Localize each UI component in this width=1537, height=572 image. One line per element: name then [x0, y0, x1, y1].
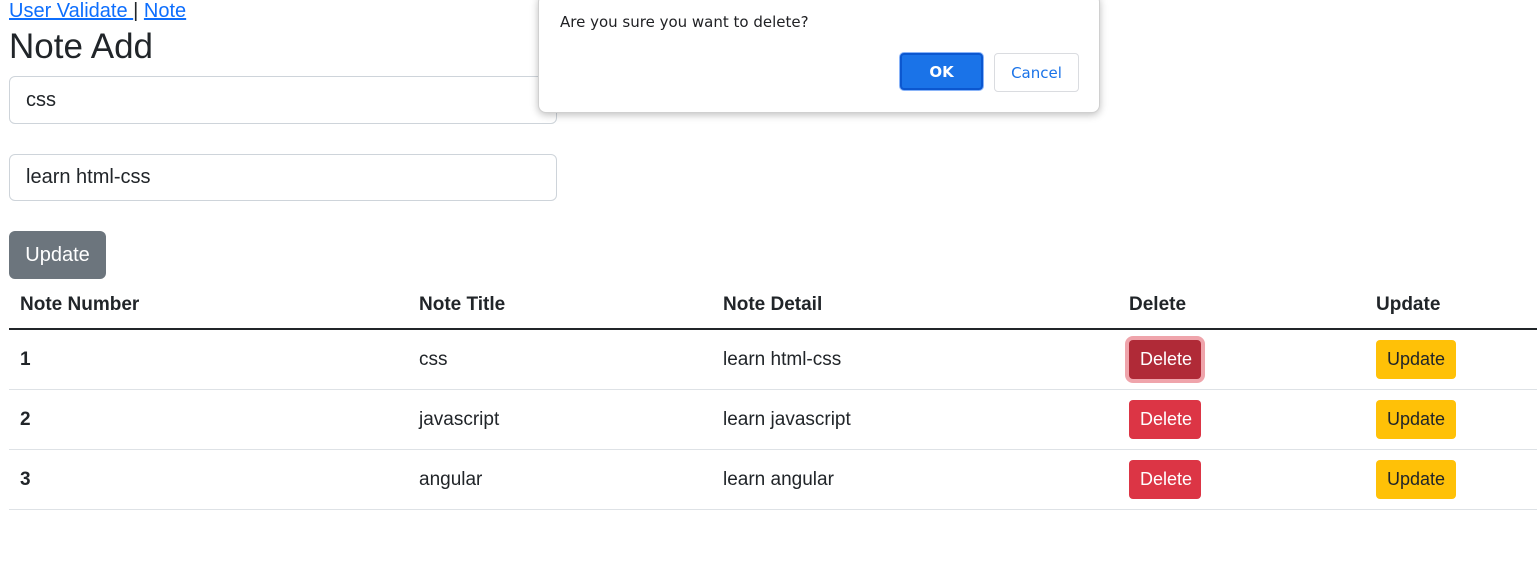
dialog-cancel-button[interactable]: Cancel — [994, 53, 1079, 92]
notes-table: Note Number Note Title Note Detail Delet… — [9, 282, 1537, 510]
note-link[interactable]: Note — [144, 0, 186, 22]
note-number-cell: 1 — [9, 329, 408, 390]
header-note-detail: Note Detail — [712, 282, 1118, 330]
table-row: 2 javascript learn javascript Delete Upd… — [9, 389, 1537, 450]
top-nav: User Validate | Note — [9, 0, 186, 23]
header-note-number: Note Number — [9, 282, 408, 330]
update-row-button[interactable]: Update — [1376, 400, 1456, 439]
table-row: 1 css learn html-css Delete Update — [9, 329, 1537, 390]
page: User Validate | Note Note Add Update Not… — [0, 0, 1537, 572]
note-detail-input[interactable] — [9, 154, 557, 201]
note-title-input[interactable] — [9, 76, 557, 124]
delete-cell: Delete — [1118, 389, 1365, 450]
note-title-cell: css — [408, 329, 712, 390]
page-title: Note Add — [9, 27, 153, 66]
confirm-dialog: Are you sure you want to delete? OK Canc… — [538, 0, 1100, 113]
delete-button[interactable]: Delete — [1129, 400, 1201, 439]
note-detail-cell: learn angular — [712, 449, 1118, 510]
user-validate-link[interactable]: User Validate — [9, 0, 133, 22]
note-title-cell: angular — [408, 449, 712, 510]
update-note-button[interactable]: Update — [9, 231, 106, 279]
update-cell: Update — [1365, 389, 1537, 450]
header-update: Update — [1365, 282, 1537, 330]
nav-separator: | — [133, 0, 139, 22]
table-header-row: Note Number Note Title Note Detail Delet… — [9, 282, 1537, 330]
delete-cell: Delete — [1118, 449, 1365, 510]
update-row-button[interactable]: Update — [1376, 340, 1456, 379]
dialog-ok-button[interactable]: OK — [900, 53, 983, 90]
delete-button[interactable]: Delete — [1129, 340, 1201, 379]
update-cell: Update — [1365, 449, 1537, 510]
note-title-cell: javascript — [408, 389, 712, 450]
delete-cell: Delete — [1118, 329, 1365, 390]
table-row: 3 angular learn angular Delete Update — [9, 449, 1537, 510]
note-detail-cell: learn html-css — [712, 329, 1118, 390]
dialog-message: Are you sure you want to delete? — [560, 13, 809, 31]
delete-button[interactable]: Delete — [1129, 460, 1201, 499]
note-number-cell: 3 — [9, 449, 408, 510]
update-cell: Update — [1365, 329, 1537, 390]
header-delete: Delete — [1118, 282, 1365, 330]
header-note-title: Note Title — [408, 282, 712, 330]
note-detail-cell: learn javascript — [712, 389, 1118, 450]
note-number-cell: 2 — [9, 389, 408, 450]
update-row-button[interactable]: Update — [1376, 460, 1456, 499]
